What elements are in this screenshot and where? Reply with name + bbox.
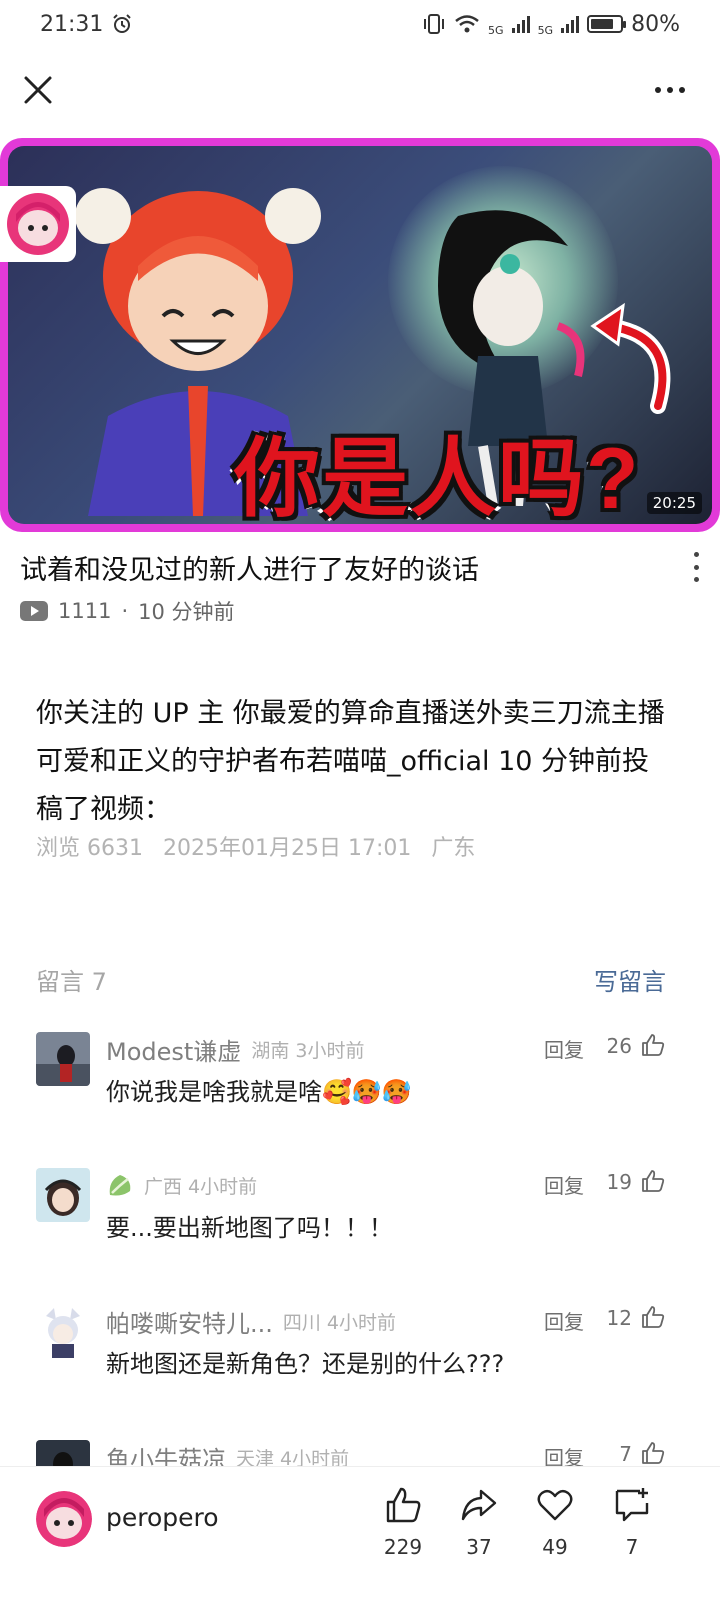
reply-button[interactable]: 回复 [544,1442,584,1466]
close-icon [24,76,52,104]
more-dot-icon [667,87,673,93]
commenter-avatar[interactable] [36,1032,90,1086]
article-location: 广东 [431,836,476,861]
comment-like-count: 12 [606,1306,632,1330]
video-menu-button[interactable] [690,552,702,582]
network-type-1: 5G [488,23,504,37]
comment-item: 鱼小牛菇凉 天津 4小时前 回复 7 [36,1440,666,1466]
comment-text: 你说我是啥我就是啥🥰🥵🥵 [106,1078,412,1106]
commenter-avatar[interactable] [36,1168,90,1222]
share-icon [461,1489,497,1521]
status-bar: 21:31 5G 5G 80% [0,0,720,48]
favorite-button[interactable]: 49 [525,1485,585,1575]
thumbs-up-icon[interactable] [640,1032,666,1058]
signal-icon-2 [561,15,580,33]
reply-button[interactable]: 回复 [544,1034,584,1063]
thumbs-up-icon[interactable] [640,1440,666,1466]
menu-dot-icon [693,577,699,582]
comment-location-time: 广西 4小时前 [144,1175,258,1198]
menu-dot-icon [693,552,699,557]
comment-item: Modest谦虚 湖南 3小时前 回复 26 你说我是啥我就是啥🥰🥵🥵 [36,1032,666,1122]
curved-arrow-icon [590,302,671,414]
video-meta: 1111 · 10 分钟前 [20,596,235,626]
alarm-icon [113,14,132,33]
comment-text: 新地图还是新角色？还是别的什么??? [106,1350,505,1378]
play-count-icon [20,601,48,621]
write-comment-button[interactable]: 写留言 [594,962,666,997]
avatar-image [36,1304,90,1358]
comment-text: 要...要出新地图了吗！！！ [106,1214,393,1242]
video-thumbnail[interactable]: 你是人吗? 20:25 [8,146,712,524]
article-views: 浏览 6631 [36,836,143,861]
article-meta: 浏览 6631 2025年01月25日 17:01 广东 [36,830,475,862]
signal-icon-1 [511,15,530,33]
close-button[interactable] [18,70,58,110]
meta-separator: · [121,599,129,623]
comment-item: 帕喽嘶安特儿... 四川 4小时前 回复 12 新地图还是新角色？还是别的什么?… [36,1304,666,1394]
comment-item: 广西 4小时前 回复 19 要...要出新地图了吗！！！ [36,1168,666,1258]
comment-location-time: 天津 4小时前 [236,1447,350,1467]
commenter-name[interactable]: Modest谦虚 [106,1032,241,1067]
share-button[interactable]: 37 [449,1485,509,1575]
menu-dot-icon [693,564,699,570]
wifi-icon [455,15,479,33]
comment-like-count: 19 [606,1170,632,1194]
commenter-name[interactable]: 鱼小牛菇凉 [106,1440,226,1467]
thumbs-up-icon[interactable] [640,1168,666,1194]
article-datetime: 2025年01月25日 17:01 [162,836,412,861]
video-duration: 20:25 [646,492,702,514]
more-options-button[interactable] [650,80,690,100]
like-count: 229 [383,1535,423,1559]
comment-location-time: 四川 4小时前 [282,1311,397,1334]
video-time-ago: 10 分钟前 [138,600,235,624]
bottom-action-bar: peropero 229 37 49 7 [0,1466,720,1612]
reply-button[interactable]: 回复 [544,1306,584,1335]
battery-percent: 80% [631,11,680,37]
vibrate-icon [424,14,445,34]
more-dot-icon [655,87,661,93]
favorite-count: 49 [542,1535,568,1559]
video-views: 1111 [58,599,112,623]
comment-like-count: 7 [619,1442,632,1466]
commenter-avatar[interactable] [36,1304,90,1358]
video-title[interactable]: 试着和没见过的新人进行了友好的谈话 [20,548,660,587]
author-avatar-icon [36,1491,92,1547]
network-type-2: 5G [537,23,554,37]
uploader-avatar-icon [7,193,69,255]
commenter-avatar[interactable] [36,1440,90,1466]
commenter-name[interactable]: 帕喽嘶安特儿... [106,1304,273,1339]
status-time: 21:31 [40,11,104,37]
share-count: 37 [466,1535,492,1559]
comment-button[interactable]: 7 [602,1485,662,1575]
comments-header: 留言 7 写留言 [36,962,666,997]
uploader-avatar-badge[interactable] [0,186,76,262]
battery-icon [587,15,627,33]
reply-button[interactable]: 回复 [544,1170,584,1199]
like-button[interactable]: 229 [373,1485,433,1575]
comments-count: 留言 7 [36,968,107,996]
cabbage-icon [109,1175,131,1196]
thumbs-up-icon[interactable] [640,1304,666,1330]
thumbs-up-icon [386,1487,421,1523]
top-nav [0,56,720,128]
comment-like-count: 26 [606,1034,632,1058]
avatar-image [36,1032,90,1086]
thumbnail-caption: 你是人吗? [231,428,642,524]
heart-icon [537,1489,573,1521]
article-body: 你关注的 UP 主 你最爱的算命直播送外卖三刀流主播可爱和正义的守护者布若喵喵_… [36,698,665,825]
more-dot-icon [679,87,685,93]
comment-count: 7 [625,1535,639,1559]
comment-add-icon [615,1488,649,1522]
author-name[interactable]: peropero [106,1503,219,1532]
avatar-image [36,1440,90,1466]
author-avatar[interactable] [36,1491,92,1547]
video-card[interactable]: 你是人吗? 20:25 [0,138,720,532]
comment-location-time: 湖南 3小时前 [251,1039,365,1062]
avatar-image [36,1168,90,1222]
